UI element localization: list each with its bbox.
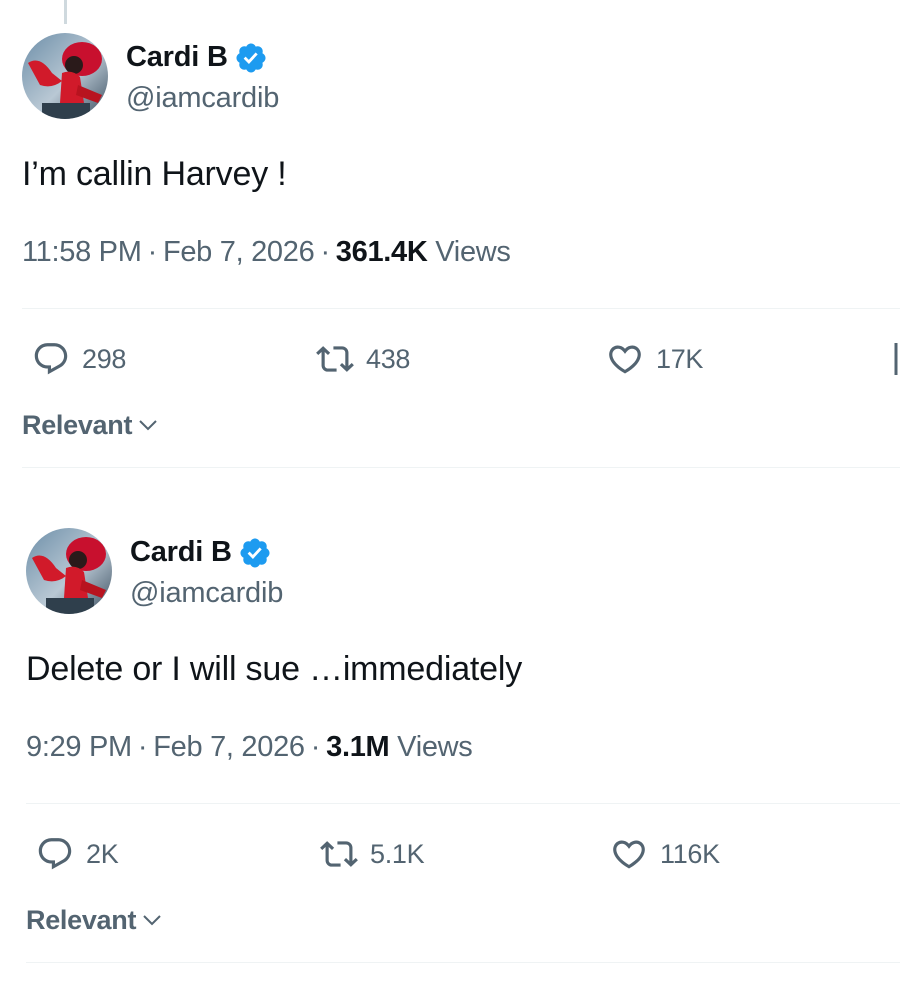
tweet-actions: 298 438 17K — [22, 309, 900, 411]
reply-button[interactable]: 2K — [36, 832, 119, 876]
author-names: Cardi B @iamcardib — [130, 533, 283, 610]
tweet-meta: 11:58 PM · Feb 7, 2026 · 361.4K Views — [22, 232, 900, 272]
bookmark-icon — [894, 343, 898, 375]
separator-dot: · — [320, 236, 330, 268]
separator-dot: · — [137, 731, 148, 763]
chevron-down-icon — [143, 915, 161, 926]
reply-count: 2K — [86, 838, 119, 869]
avatar[interactable] — [26, 528, 112, 614]
display-name-row: Cardi B — [126, 38, 279, 78]
display-name[interactable]: Cardi B — [130, 536, 232, 569]
like-count: 116K — [660, 838, 720, 869]
views-label: Views — [397, 731, 473, 763]
author-handle[interactable]: @iamcardib — [126, 82, 279, 115]
separator-dot: · — [147, 236, 158, 268]
separator-dot: · — [310, 731, 321, 763]
tweet-meta: 9:29 PM · Feb 7, 2026 · 3.1M Views — [26, 727, 900, 767]
tweet-actions: 2K 5.1K 116K — [26, 804, 900, 906]
reply-icon — [38, 838, 72, 870]
thread-connector-line — [64, 0, 67, 24]
tweet[interactable]: Cardi B @iamcardib I’m callin Harvey ! 1… — [22, 32, 900, 468]
sort-label: Relevant — [22, 409, 133, 440]
tweet-date[interactable]: Feb 7, 2026 — [163, 236, 315, 268]
display-name[interactable]: Cardi B — [126, 41, 228, 74]
display-name-row: Cardi B — [130, 533, 283, 573]
reply-button[interactable]: 298 — [32, 337, 126, 381]
heart-icon — [609, 345, 641, 374]
views-count: 361.4K — [335, 236, 428, 268]
chevron-down-icon — [139, 420, 157, 431]
reply-count: 298 — [82, 343, 127, 374]
tweet-time[interactable]: 9:29 PM — [26, 731, 132, 763]
tweet-date[interactable]: Feb 7, 2026 — [153, 731, 305, 763]
heart-icon — [613, 840, 645, 869]
retweet-count: 5.1K — [370, 838, 425, 869]
tweet-author-row: Cardi B @iamcardib — [26, 527, 900, 615]
like-button[interactable]: 116K — [610, 832, 720, 876]
divider — [26, 962, 900, 963]
bookmark-button[interactable] — [894, 339, 900, 379]
tweet-text: Delete or I will sue …immediately — [26, 650, 523, 688]
views-count: 3.1M — [326, 731, 390, 763]
author-handle[interactable]: @iamcardib — [130, 577, 283, 610]
retweet-count: 438 — [366, 343, 411, 374]
retweet-icon — [316, 346, 354, 372]
like-count: 17K — [656, 343, 704, 374]
tweet[interactable]: Cardi B @iamcardib Delete or I will sue … — [26, 527, 900, 963]
reply-icon — [34, 343, 68, 375]
avatar-image — [22, 33, 108, 119]
tweet-author-row: Cardi B @iamcardib — [22, 32, 900, 120]
retweet-button[interactable]: 5.1K — [320, 832, 425, 876]
sort-replies-dropdown[interactable]: Relevant — [22, 405, 900, 445]
retweet-button[interactable]: 438 — [316, 337, 410, 381]
tweet-text: I’m callin Harvey ! — [22, 155, 287, 193]
sort-replies-dropdown[interactable]: Relevant — [26, 900, 900, 940]
avatar[interactable] — [22, 33, 108, 119]
tweet-time[interactable]: 11:58 PM — [22, 236, 142, 268]
avatar-image — [26, 528, 112, 614]
like-button[interactable]: 17K — [606, 337, 703, 381]
verified-badge-icon[interactable] — [238, 536, 272, 570]
author-names: Cardi B @iamcardib — [126, 38, 279, 115]
views-label: Views — [435, 236, 511, 268]
verified-badge-icon[interactable] — [234, 41, 268, 75]
divider — [22, 467, 900, 468]
sort-label: Relevant — [26, 904, 137, 935]
retweet-icon — [320, 841, 358, 867]
